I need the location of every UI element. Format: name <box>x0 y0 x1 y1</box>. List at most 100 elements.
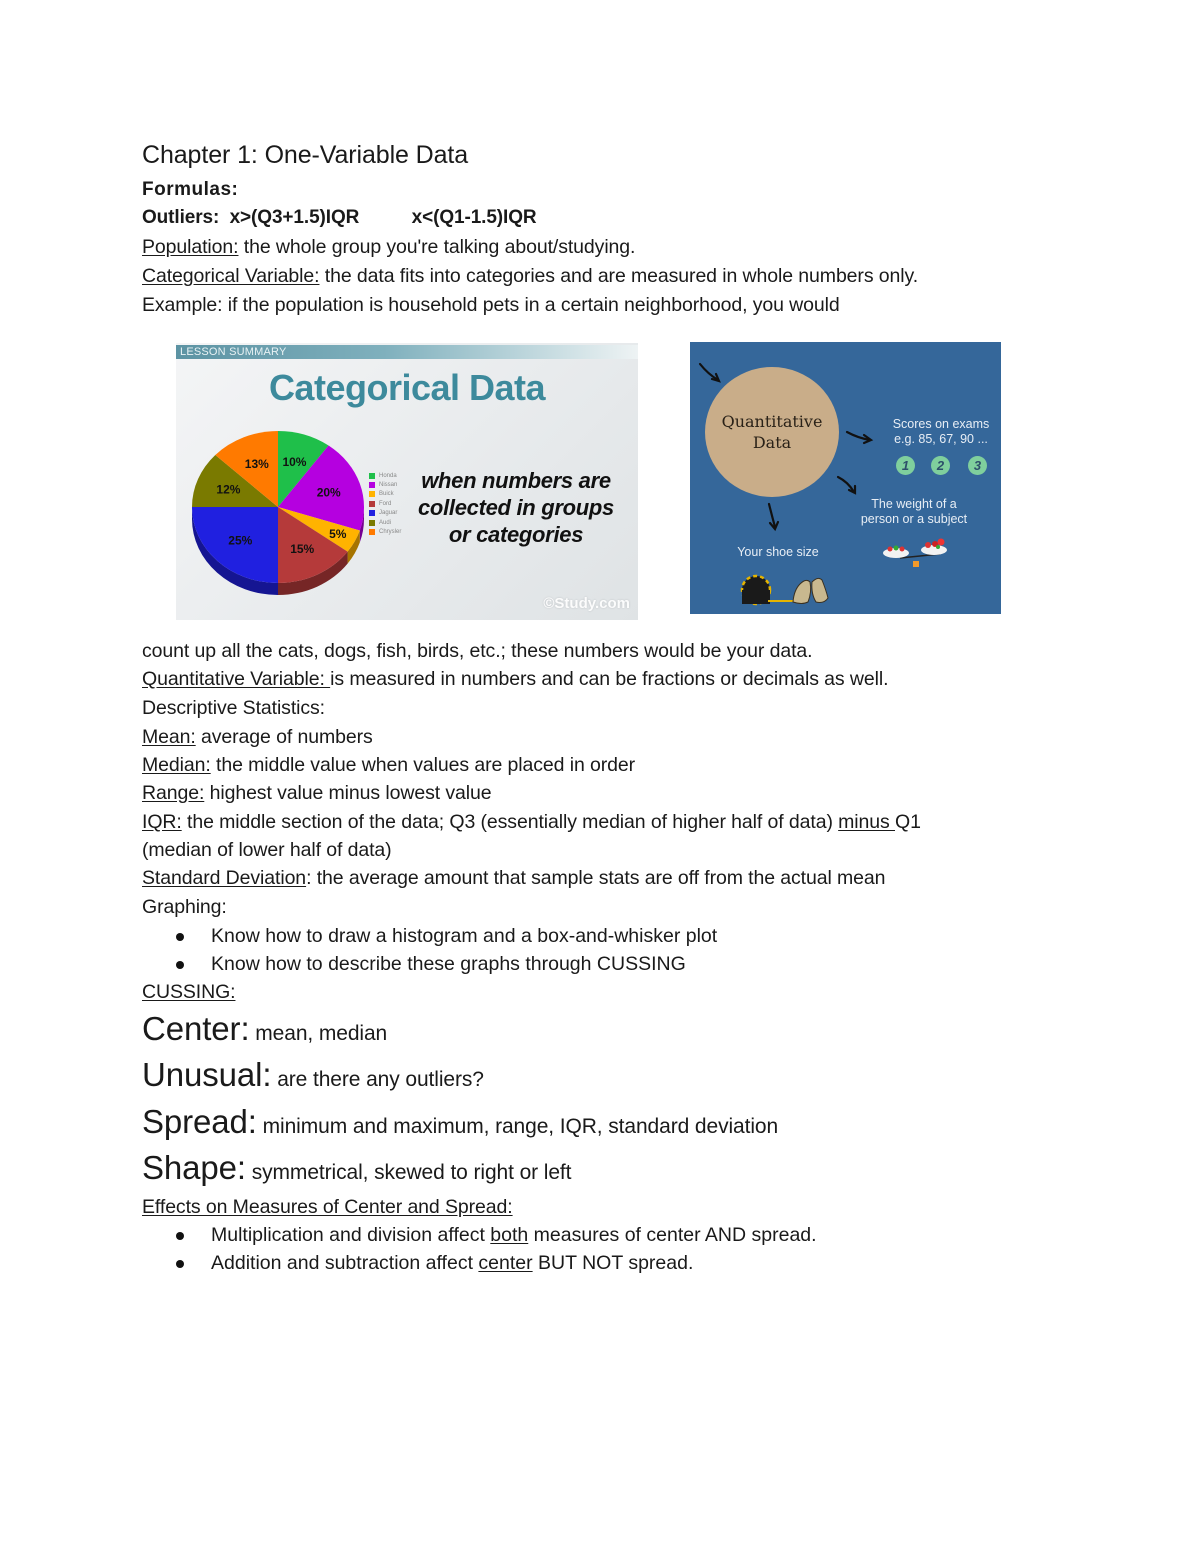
effects-1-post: measures of center AND spread. <box>528 1224 817 1246</box>
population-term: Population: <box>142 236 239 258</box>
legend-swatch <box>369 510 375 517</box>
weight-line-1: The weight of a <box>871 497 957 511</box>
unusual-term: Unusual: <box>142 1056 272 1093</box>
effects-1-pre: Multiplication and division affect <box>211 1224 491 1246</box>
std-dev-definition: Standard Deviation: the average amount t… <box>142 867 886 890</box>
legend-item-honda: Honda <box>369 471 401 480</box>
legend-swatch <box>369 491 375 498</box>
categorical-description: when numbers are collected in groups or … <box>408 467 624 548</box>
iqr-text: the middle section of the data; Q3 (esse… <box>181 811 839 833</box>
effects-2-underlined: center <box>478 1252 533 1274</box>
iqr-definition-cont: (median of lower half of data) <box>142 839 392 861</box>
population-definition: Population: the whole group you're talki… <box>142 236 635 259</box>
example-line-1: Example: if the population is household … <box>142 294 840 316</box>
description-line-2: collected in groups <box>418 495 614 520</box>
cussing-center: Center: mean, median <box>142 1010 387 1048</box>
formulas-heading: Formulas: <box>142 179 239 200</box>
outliers-label: Outliers: <box>142 207 220 228</box>
number-2-icon: 2 <box>931 456 950 475</box>
document-page: Chapter 1: One-Variable Data Formulas: O… <box>0 0 1200 1553</box>
scale-icon <box>883 538 947 567</box>
std-dev-term: Standard Deviation <box>142 867 307 889</box>
quantitative-text: is measured in numbers and can be fracti… <box>330 668 889 690</box>
weight-line-2: person or a subject <box>860 512 968 526</box>
legend-item-chrysler: Chrysler <box>369 527 401 536</box>
graphing-bullet-1: Know how to draw a histogram and a box-a… <box>211 925 718 947</box>
categorical-image-title: Categorical Data <box>268 367 546 408</box>
legend-item-jaguar: Jaguar <box>369 509 401 518</box>
arrow-icon <box>836 475 856 494</box>
pie-legend: Honda Nissan Buick Ford Jaguar Audi Chrysler <box>369 471 401 537</box>
center-text: mean, median <box>249 1022 388 1045</box>
graphing-bullet-2: Know how to describe these graphs throug… <box>211 953 686 975</box>
range-text: highest value minus lowest value <box>204 782 492 804</box>
bullet-icon <box>176 961 184 969</box>
pie-label-honda: 10% <box>282 455 306 469</box>
circle-title-line-2: Data <box>752 433 792 452</box>
legend-label: Honda <box>379 472 397 479</box>
bullet-icon <box>176 933 184 941</box>
legend-label: Nissan <box>379 482 398 489</box>
effects-1-underlined: both <box>490 1224 529 1246</box>
shoe-size-caption: Your shoe size <box>737 545 819 559</box>
example-line-2: count up all the cats, dogs, fish, birds… <box>142 640 813 662</box>
circle-title-line-1: Quantitative <box>721 412 823 431</box>
exams-caption: Scores on exams e.g. 85, 67, 90 ... <box>880 417 1001 447</box>
unusual-text: are there any outliers? <box>271 1068 484 1091</box>
median-definition: Median: the middle value when values are… <box>142 754 635 777</box>
legend-label: Ford <box>379 500 392 507</box>
legend-item-buick: Buick <box>369 490 401 499</box>
median-text: the middle value when values are placed … <box>210 754 636 776</box>
iqr-term: IQR: <box>142 811 182 833</box>
legend-item-ford: Ford <box>369 499 401 508</box>
arrow-icon <box>698 362 720 382</box>
cussing-heading: CUSSING: <box>142 981 236 1003</box>
legend-item-audi: Audi <box>369 518 401 527</box>
legend-swatch <box>369 482 375 489</box>
spread-text: minimum and maximum, range, IQR, standar… <box>256 1115 779 1138</box>
number-1-icon: 1 <box>896 456 915 475</box>
legend-label: Chrysler <box>379 529 402 536</box>
quantitative-term: Quantitative Variable: <box>142 668 331 690</box>
categorical-definition: Categorical Variable: the data fits into… <box>142 265 918 288</box>
center-term: Center: <box>142 1010 250 1047</box>
outliers-upper: x>(Q3+1.5)IQR <box>229 207 360 228</box>
mean-text: average of numbers <box>195 726 373 748</box>
quantitative-circle-title: Quantitative Data <box>705 411 839 453</box>
pie-label-buick: 5% <box>329 527 347 541</box>
range-term: Range: <box>142 782 205 804</box>
outliers-lower: x<(Q1-1.5)IQR <box>411 207 537 228</box>
pie-label-jaguar: 25% <box>228 533 252 547</box>
iqr-q1: Q1 <box>895 811 921 833</box>
shape-text: symmetrical, skewed to right or left <box>246 1161 572 1184</box>
range-definition: Range: highest value minus lowest value <box>142 782 492 805</box>
descriptive-stats-heading: Descriptive Statistics: <box>142 697 325 719</box>
legend-swatch <box>369 472 375 479</box>
effects-bullet-1: Multiplication and division affect both … <box>211 1224 817 1247</box>
categorical-data-image: LESSON SUMMARY Categorical Data 10% 20% 5%… <box>176 343 638 620</box>
description-line-3: or categories <box>448 522 584 547</box>
shoes-icon <box>792 577 829 604</box>
bullet-icon <box>176 1232 184 1240</box>
shape-term: Shape: <box>142 1149 246 1186</box>
legend-swatch <box>369 529 375 536</box>
study-com-credit: ©Study.com <box>543 595 630 612</box>
cussing-unusual: Unusual: are there any outliers? <box>142 1056 484 1094</box>
pie-label-ford: 15% <box>290 542 314 556</box>
iqr-definition: IQR: the middle section of the data; Q3 … <box>142 811 921 834</box>
pie-label-audi: 12% <box>216 483 240 497</box>
mean-definition: Mean: average of numbers <box>142 726 373 749</box>
lesson-summary-label: LESSON SUMMARY <box>180 346 287 358</box>
number-3-icon: 3 <box>968 456 987 475</box>
effects-bullet-2: Addition and subtraction affect center B… <box>211 1252 693 1275</box>
tape-measure-icon <box>740 574 795 606</box>
iqr-minus: minus <box>838 811 895 833</box>
weight-caption: The weight of a person or a subject <box>848 497 980 527</box>
legend-swatch <box>369 500 375 507</box>
legend-label: Audi <box>379 519 392 526</box>
cussing-spread: Spread: minimum and maximum, range, IQR,… <box>142 1103 778 1141</box>
lesson-summary-banner: LESSON SUMMARY <box>176 345 638 359</box>
description-line-1: when numbers are <box>421 468 611 493</box>
bullet-icon <box>176 1260 184 1268</box>
quantitative-definition: Quantitative Variable: is measured in nu… <box>142 668 889 691</box>
